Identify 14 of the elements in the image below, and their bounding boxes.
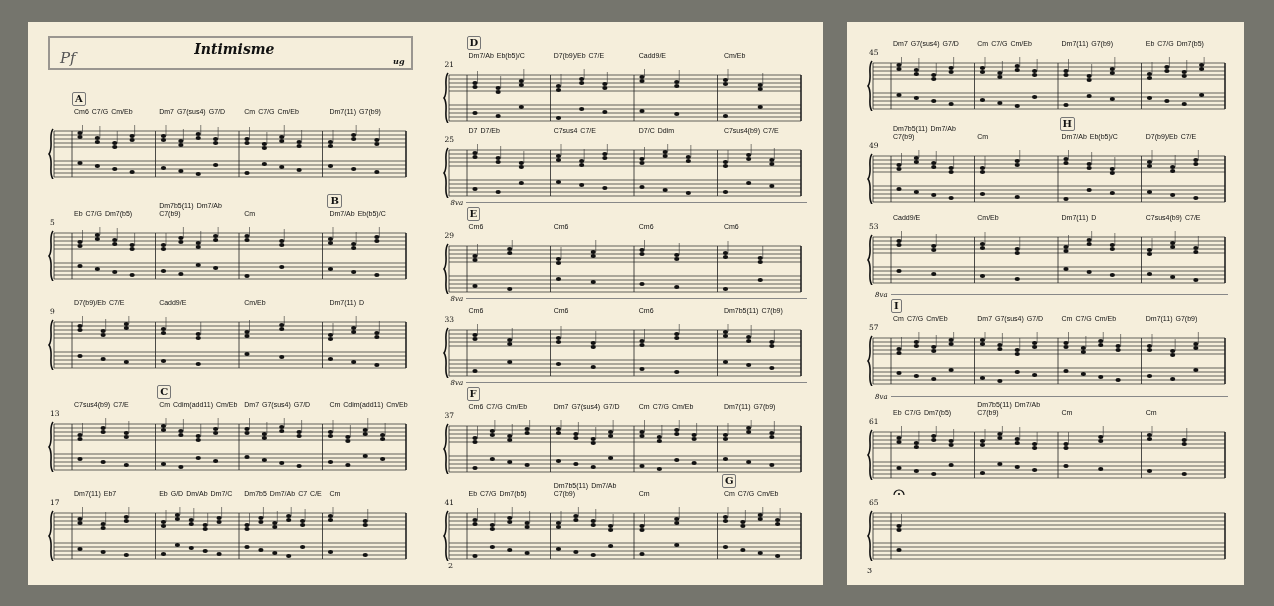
instrument-name: Pf xyxy=(60,49,76,67)
rehearsal-mark: I xyxy=(891,299,902,314)
rehearsal-mark: G xyxy=(721,474,737,488)
rehearsal-mark: D xyxy=(466,36,482,50)
rehearsal-mark: H xyxy=(1059,116,1075,131)
rehearsal-mark: A xyxy=(72,92,86,107)
page-number: 3 xyxy=(867,566,873,575)
composer-name: ug xyxy=(393,56,405,66)
score-title: Intimisme xyxy=(194,41,275,57)
rehearsal-mark: C xyxy=(157,384,172,399)
rehearsal-mark: F xyxy=(466,387,480,401)
page-number: 2 xyxy=(448,561,454,570)
rehearsal-mark: E xyxy=(466,207,481,221)
rehearsal-mark: B xyxy=(327,193,342,208)
